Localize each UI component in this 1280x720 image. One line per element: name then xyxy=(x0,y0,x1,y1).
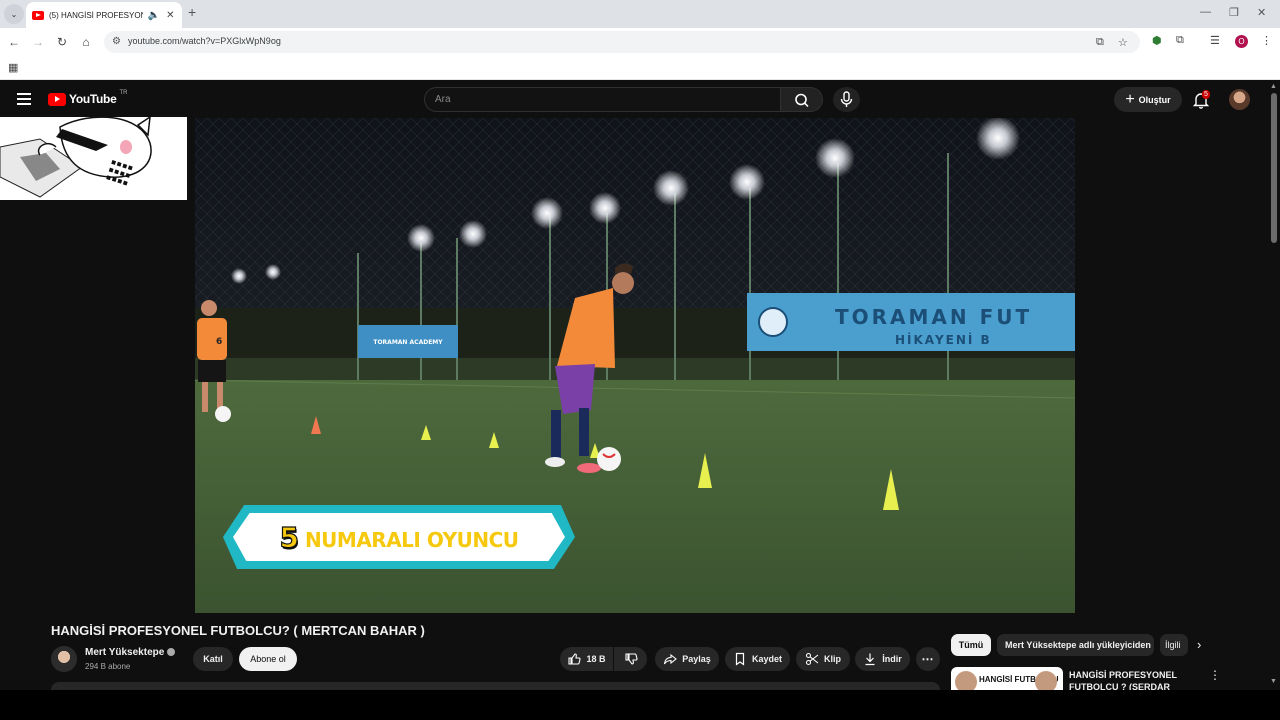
youtube-favicon-icon xyxy=(32,10,44,20)
overlay-sticker-image: ■■■■ ■■■■ ■■■■ xyxy=(0,117,187,200)
video-title: HANGİSİ PROFESYONEL FUTBOLCU? ( MERTCAN … xyxy=(51,623,425,638)
save-label: Kaydet xyxy=(751,654,782,664)
bookmark-star-icon[interactable]: ☆ xyxy=(1118,36,1128,49)
recommended-video-thumbnail[interactable]: HANGİSİ FUTBOLCU xyxy=(951,667,1063,691)
overlay-caption-text: 5 NUMARALI OYUNCU xyxy=(279,520,519,554)
jersey-number: 6 xyxy=(216,337,222,347)
chevron-down-icon: ⌄ xyxy=(10,9,18,19)
scroll-down-icon[interactable]: ▼ xyxy=(1270,678,1277,685)
chip-all[interactable]: Tümü xyxy=(951,634,991,656)
restore-icon[interactable]: ❐ xyxy=(1229,6,1239,19)
home-icon[interactable]: ⌂ xyxy=(78,34,94,50)
create-label: Oluştur xyxy=(1138,94,1171,105)
download-icon xyxy=(865,653,875,666)
clip-label: Klip xyxy=(824,654,841,664)
share-label: Paylaş xyxy=(682,654,711,664)
player-overlay-caption: 5 NUMARALI OYUNCU xyxy=(223,505,575,569)
banner-text-2: HİKAYENİ B xyxy=(895,332,992,347)
search-box[interactable] xyxy=(424,87,781,112)
like-button[interactable]: 18 B xyxy=(560,647,613,671)
voice-search-button[interactable] xyxy=(833,87,860,112)
scissors-icon xyxy=(805,652,819,666)
dislike-button[interactable] xyxy=(614,647,647,671)
youtube-logo[interactable]: YouTube TR xyxy=(48,90,128,106)
url-text: youtube.com/watch?v=PXGlxWpN9og xyxy=(128,36,281,46)
media-controls-icon[interactable]: ☰ xyxy=(1210,34,1220,47)
extensions-puzzle-icon[interactable]: ⧉ xyxy=(1176,34,1184,47)
bookmarks-bar: ▦ xyxy=(0,56,1280,80)
address-bar[interactable]: ⚙ youtube.com/watch?v=PXGlxWpN9og ⧉ ☆ xyxy=(104,31,1140,53)
save-button[interactable]: Kaydet xyxy=(725,647,790,671)
browser-menu-icon[interactable]: ⋮ xyxy=(1261,34,1272,47)
site-info-icon[interactable]: ⚙ xyxy=(112,36,121,47)
close-window-icon[interactable]: ✕ xyxy=(1257,6,1266,19)
banner-text-1: TORAMAN FUT xyxy=(835,305,1032,329)
youtube-play-icon xyxy=(48,92,66,106)
scrollbar-thumb[interactable] xyxy=(1271,93,1277,243)
account-avatar[interactable] xyxy=(1229,89,1250,110)
apps-grid-icon[interactable]: ▦ xyxy=(8,61,18,74)
subscribe-button[interactable]: Abone ol xyxy=(239,647,297,671)
plus-icon: + xyxy=(1125,90,1135,108)
country-code: TR xyxy=(119,90,128,96)
share-button[interactable]: Paylaş xyxy=(655,647,719,671)
menu-icon[interactable] xyxy=(17,93,31,105)
more-vertical-icon[interactable]: ⋮ xyxy=(1209,668,1221,682)
search-input[interactable] xyxy=(425,88,755,111)
browser-tab-youtube[interactable]: (5) HANGİSİ PROFESYONEL 🔈 ✕ xyxy=(26,2,182,28)
browser-tab-bar: ⌄ (5) HANGİSİ PROFESYONEL 🔈 ✕ + — ❐ ✕ xyxy=(0,0,1280,28)
tab-title: (5) HANGİSİ PROFESYONEL xyxy=(49,10,143,20)
clip-button[interactable]: Klip xyxy=(796,647,850,671)
extension-icon[interactable]: ⬢ xyxy=(1152,34,1162,47)
youtube-masthead: YouTube TR + Oluştur 5 xyxy=(0,81,1268,118)
speaker-icon[interactable]: 🔈 xyxy=(148,10,160,21)
bookmark-icon xyxy=(735,652,745,666)
new-tab-button[interactable]: + xyxy=(188,4,202,20)
thumbnail-face xyxy=(1035,671,1057,691)
channel-avatar[interactable] xyxy=(51,646,77,672)
search-button[interactable] xyxy=(781,87,823,112)
tab-search-button[interactable]: ⌄ xyxy=(4,4,24,24)
close-tab-icon[interactable]: ✕ xyxy=(165,10,176,21)
download-button[interactable]: İndir xyxy=(855,647,910,671)
join-button[interactable]: Katıl xyxy=(193,647,233,671)
more-actions-button[interactable]: ⋯ xyxy=(916,647,940,671)
thumbs-down-icon xyxy=(624,653,638,665)
page-scrollbar[interactable]: ▲ ▼ xyxy=(1268,81,1280,690)
svg-text:TORAMAN ACADEMY: TORAMAN ACADEMY xyxy=(373,339,443,346)
thumbnail-face xyxy=(955,671,977,691)
create-button[interactable]: + Oluştur xyxy=(1114,87,1182,112)
forward-icon[interactable]: → xyxy=(30,34,46,50)
bottom-black-bar xyxy=(0,690,1280,720)
recommended-video-title[interactable]: HANGİSİ PROFESYONEL FUTBOLCU ? (SERDAR xyxy=(1069,669,1189,691)
like-count: 18 B xyxy=(586,654,606,664)
download-label: İndir xyxy=(882,654,902,664)
youtube-page: YouTube TR + Oluştur 5 xyxy=(0,81,1280,720)
subscriber-count: 294 B abone xyxy=(85,662,131,671)
search-icon xyxy=(795,93,809,108)
install-app-icon[interactable]: ⧉ xyxy=(1096,36,1104,49)
minimize-icon[interactable]: — xyxy=(1200,6,1211,18)
notification-count-badge: 5 xyxy=(1202,90,1210,99)
verified-icon xyxy=(167,648,176,657)
reload-icon[interactable]: ↻ xyxy=(54,34,70,50)
scroll-up-icon[interactable]: ▲ xyxy=(1270,83,1277,90)
microphone-icon xyxy=(840,91,853,107)
share-icon xyxy=(664,653,678,665)
chip-from-uploader[interactable]: Mert Yüksektepe adlı yükleyiciden xyxy=(997,634,1154,656)
thumbs-up-icon xyxy=(568,653,582,665)
profile-avatar[interactable]: O xyxy=(1235,35,1248,48)
more-horizontal-icon: ⋯ xyxy=(921,652,935,666)
back-icon[interactable]: ← xyxy=(6,34,22,50)
video-player[interactable]: TORAMAN ACADEMY TORAMAN FUT HİKAYENİ B 6 xyxy=(195,118,1075,613)
channel-name[interactable]: Mert Yüksektepe xyxy=(85,647,176,658)
chevron-right-icon[interactable]: › xyxy=(1197,637,1201,652)
youtube-wordmark: YouTube xyxy=(69,92,117,106)
chip-related[interactable]: İlgili xyxy=(1160,634,1188,656)
